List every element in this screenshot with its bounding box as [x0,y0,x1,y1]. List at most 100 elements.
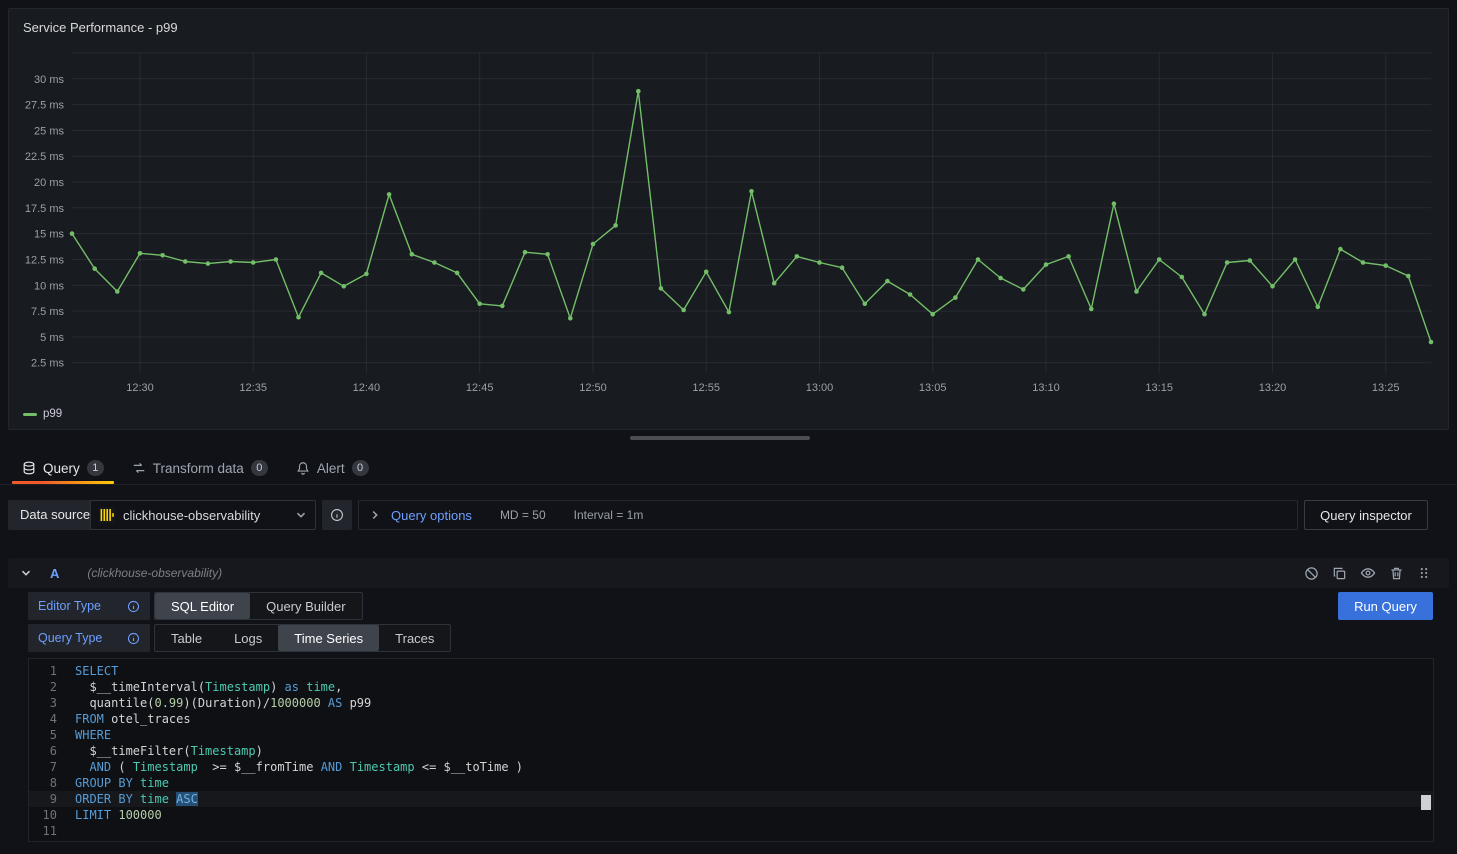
y-tick-label: 7.5 ms [31,306,65,318]
series-point [727,310,732,315]
series-point [681,308,686,313]
tab-alert[interactable]: Alert 0 [282,452,383,484]
tab-transform-data[interactable]: Transform data 0 [118,452,282,484]
editor-type-label: Editor Type [38,599,101,613]
code-line-1[interactable]: 1SELECT [29,663,1433,679]
query-type-row: Query Type TableLogsTime SeriesTraces [28,624,451,652]
x-tick-label: 12:55 [692,382,720,394]
run-query-button[interactable]: Run Query [1338,592,1433,620]
query-ref-id[interactable]: A [50,566,59,581]
bell-icon [296,461,310,475]
series-point [364,272,369,277]
chart-legend: p99 [23,408,62,420]
datasource-help-button[interactable] [322,500,352,530]
line-number: 10 [29,807,75,823]
y-tick-label: 27.5 ms [25,100,65,112]
editor-scrollbar-thumb[interactable] [1421,795,1431,810]
x-tick-label: 12:45 [466,382,494,394]
editor-type-sql-editor[interactable]: SQL Editor [155,593,250,619]
collapse-query-chevron-icon[interactable] [20,567,32,579]
code-line-9[interactable]: 9ORDER BY time ASC [29,791,1433,807]
editor-type-query-builder[interactable]: Query Builder [250,593,361,619]
series-point [795,254,800,259]
series-point [1157,257,1162,262]
chevron-right-icon[interactable] [369,509,381,521]
code-line-4[interactable]: 4FROM otel_traces [29,711,1433,727]
series-point [206,261,211,266]
remove-query-trash-icon[interactable] [1389,566,1404,581]
code-line-6[interactable]: 6 $__timeFilter(Timestamp) [29,743,1433,759]
series-point [840,265,845,270]
tab-query[interactable]: Query 1 [8,452,118,484]
chevron-down-icon [295,509,307,521]
hide-response-eye-icon[interactable] [1360,565,1376,581]
series-point [523,250,528,255]
series-point [455,271,460,276]
clickhouse-logo-icon [99,507,115,523]
x-tick-label: 13:00 [806,382,834,394]
horizontal-scrollbar-thumb[interactable] [630,436,810,440]
duplicate-query-icon[interactable] [1332,566,1347,581]
y-tick-label: 30 ms [34,74,64,86]
series-point [1429,340,1434,345]
series-point [342,284,347,289]
y-tick-label: 25 ms [34,125,64,137]
series-point [1338,247,1343,252]
y-tick-label: 2.5 ms [31,358,65,370]
panel-title[interactable]: Service Performance - p99 [23,20,178,35]
query-type-logs[interactable]: Logs [218,625,278,651]
y-tick-label: 10 ms [34,280,64,292]
line-number: 7 [29,759,75,775]
editor-type-label-chip: Editor Type [28,592,150,620]
legend-swatch [23,413,37,416]
series-point [1044,262,1049,267]
series-point [1021,287,1026,292]
x-tick-label: 12:50 [579,382,607,394]
code-line-2[interactable]: 2 $__timeInterval(Timestamp) as time, [29,679,1433,695]
query-inspector-button[interactable]: Query inspector [1304,500,1428,530]
series-point [1180,275,1185,280]
line-number: 9 [29,791,75,807]
series-point [500,304,505,309]
editor-type-toggle: SQL EditorQuery Builder [154,592,363,620]
series-point [387,192,392,197]
series-point [1316,305,1321,310]
info-circle-icon[interactable] [127,600,140,613]
code-line-3[interactable]: 3 quantile(0.99)(Duration)/1000000 AS p9… [29,695,1433,711]
query-type-label-chip: Query Type [28,624,150,652]
datasource-picker[interactable]: clickhouse-observability [90,500,316,530]
series-point [1270,284,1275,289]
query-type-traces[interactable]: Traces [379,625,450,651]
info-circle-icon [330,508,344,522]
drag-handle-icon[interactable] [1417,566,1431,580]
timeseries-chart[interactable]: 2.5 ms5 ms7.5 ms10 ms12.5 ms15 ms17.5 ms… [16,43,1441,399]
sql-editor[interactable]: 1SELECT2 $__timeInterval(Timestamp) as t… [28,658,1434,842]
series-point [1361,260,1366,265]
series-point [138,251,143,256]
series-point [1089,307,1094,312]
query-options-bar: Query options MD = 50 Interval = 1m [358,500,1298,530]
x-tick-label: 13:05 [919,382,947,394]
code-line-5[interactable]: 5WHERE [29,727,1433,743]
series-point [1383,263,1388,268]
x-tick-label: 12:35 [239,382,267,394]
code-line-11[interactable]: 11 [29,823,1433,839]
query-options-toggle[interactable]: Query options [391,508,472,523]
code-line-7[interactable]: 7 AND ( Timestamp >= $__fromTime AND Tim… [29,759,1433,775]
x-tick-label: 13:10 [1032,382,1060,394]
series-point [1066,254,1071,259]
disable-query-icon[interactable] [1304,566,1319,581]
series-point [568,316,573,321]
series-point [1202,312,1207,317]
legend-item-p99[interactable]: p99 [43,408,62,420]
info-circle-icon[interactable] [127,632,140,645]
series-point [1112,201,1117,206]
code-line-10[interactable]: 10LIMIT 100000 [29,807,1433,823]
x-tick-label: 12:40 [353,382,381,394]
code-line-8[interactable]: 8GROUP BY time [29,775,1433,791]
query-type-table[interactable]: Table [155,625,218,651]
tab-transform-label: Transform data [153,461,244,476]
query-type-time-series[interactable]: Time Series [278,625,379,651]
series-point [613,223,618,228]
series-point [1293,257,1298,262]
